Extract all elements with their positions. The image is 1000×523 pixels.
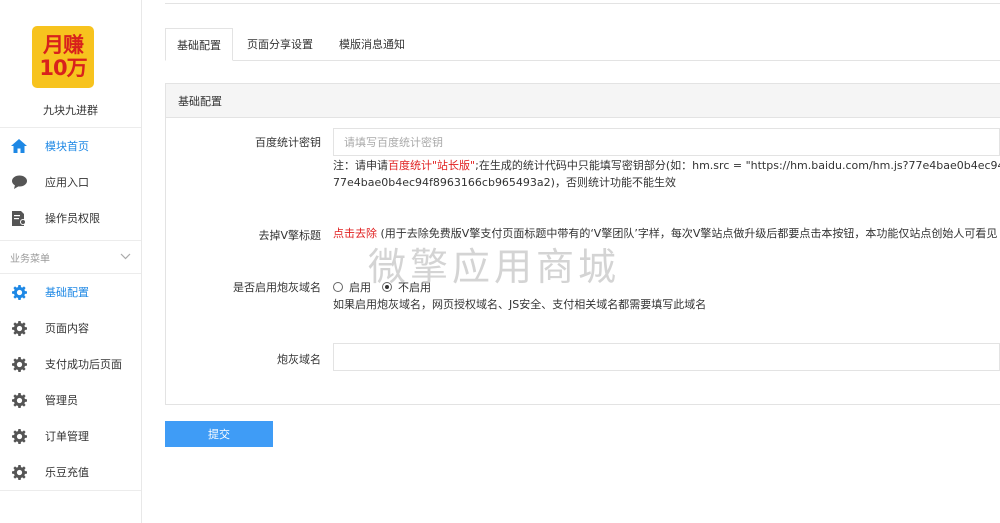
gear-icon bbox=[11, 392, 27, 408]
tab-share-settings[interactable]: 页面分享设置 bbox=[237, 28, 323, 60]
nav-item-label: 页面内容 bbox=[45, 322, 89, 335]
nav-item-basic-config[interactable]: 基础配置 bbox=[0, 274, 141, 310]
radio-enable-label: 启用 bbox=[349, 281, 371, 294]
section-title: 业务菜单 bbox=[10, 253, 50, 265]
nav-item-label: 乐豆充值 bbox=[45, 466, 89, 479]
nav-item-payment-success-page[interactable]: 支付成功后页面 bbox=[0, 346, 141, 382]
radio-disable[interactable]: 不启用 bbox=[382, 279, 431, 295]
logo-text-line2: 10万 bbox=[39, 56, 87, 80]
gray-domain-hint: 如果启用炮灰域名，网页授权域名、JS安全、支付相关域名都需要填写此域名 bbox=[333, 298, 707, 311]
nav-item-label: 基础配置 bbox=[45, 286, 89, 299]
tab-label: 页面分享设置 bbox=[247, 38, 313, 51]
document-user-icon bbox=[11, 210, 27, 226]
top-divider bbox=[165, 3, 1000, 4]
baidu-key-label: 百度统计密钥 bbox=[255, 136, 321, 149]
baidu-key-note: 注：请申请百度统计"站长版";在生成的统计代码中只能填写密钥部分(如：hm.sr… bbox=[333, 157, 1000, 191]
gear-icon bbox=[11, 464, 27, 480]
note-prefix: 注：请申请 bbox=[333, 159, 388, 172]
tab-template-message[interactable]: 模版消息通知 bbox=[329, 28, 415, 60]
gray-domain-label: 炮灰域名 bbox=[277, 353, 321, 366]
gear-icon bbox=[11, 428, 27, 444]
baidu-key-input[interactable] bbox=[333, 128, 1000, 156]
logo-text-line1: 月赚 bbox=[43, 33, 84, 57]
nav-item-ledou-recharge[interactable]: 乐豆充值 bbox=[0, 454, 141, 490]
nav-item-module-home[interactable]: 模块首页 bbox=[0, 128, 141, 164]
gear-icon bbox=[11, 320, 27, 336]
business-menu: 业务菜单 基础配置 页面内容 支付成功后页面 管理员 订单管理 乐豆充值 bbox=[0, 240, 141, 491]
panel-title: 基础配置 bbox=[166, 84, 1000, 118]
top-nav: 模块首页 应用入口 操作员权限 bbox=[0, 127, 141, 236]
gray-domain-input[interactable] bbox=[333, 343, 1000, 371]
nav-item-label: 订单管理 bbox=[45, 430, 89, 443]
remove-title-row: 点击去除 (用于去除免费版V擎支付页面标题中带有的‘V擎团队’字样，每次V擎站点… bbox=[333, 225, 997, 242]
chevron-down-icon bbox=[120, 252, 131, 263]
chat-icon bbox=[11, 174, 27, 190]
tab-bar: 基础配置 页面分享设置 模版消息通知 bbox=[165, 28, 1000, 61]
home-icon bbox=[11, 138, 27, 154]
nav-item-order-management[interactable]: 订单管理 bbox=[0, 418, 141, 454]
sidebar-divider bbox=[0, 490, 141, 491]
nav-item-label: 模块首页 bbox=[45, 140, 89, 153]
submit-button[interactable]: 提交 bbox=[165, 421, 273, 447]
nav-item-label: 支付成功后页面 bbox=[45, 358, 122, 371]
nav-item-admin[interactable]: 管理员 bbox=[0, 382, 141, 418]
business-menu-header[interactable]: 业务菜单 bbox=[0, 240, 141, 274]
radio-enable[interactable]: 启用 bbox=[333, 279, 371, 295]
remove-title-label: 去掉V擎标题 bbox=[258, 229, 321, 242]
tab-label: 基础配置 bbox=[177, 38, 221, 52]
radio-circle-checked[interactable] bbox=[382, 282, 392, 292]
gear-icon bbox=[11, 356, 27, 372]
remove-title-link[interactable]: 点击去除 bbox=[333, 227, 377, 240]
note-line1-rest: ;在生成的统计代码中只能填写密钥部分(如：hm.src = "https://h… bbox=[475, 159, 1000, 172]
note-line2: 77e4bae0b4ec94f8963166cb965493a2)，否则统计功能… bbox=[333, 176, 676, 189]
radio-circle[interactable] bbox=[333, 282, 343, 292]
nav-item-page-content[interactable]: 页面内容 bbox=[0, 310, 141, 346]
nav-item-label: 应用入口 bbox=[45, 176, 89, 189]
nav-item-label: 管理员 bbox=[45, 394, 78, 407]
nav-item-app-entry[interactable]: 应用入口 bbox=[0, 164, 141, 200]
sidebar: 月赚 10万 九块九进群 模块首页 应用入口 操作员权限 业务菜单 基础配置 页… bbox=[0, 0, 142, 523]
baidu-stat-link[interactable]: 百度统计"站长版" bbox=[388, 159, 475, 172]
gray-domain-toggle-label: 是否启用炮灰域名 bbox=[233, 281, 321, 294]
nav-item-operator-permission[interactable]: 操作员权限 bbox=[0, 200, 141, 236]
nav-item-label: 操作员权限 bbox=[45, 212, 100, 225]
tab-basic-config[interactable]: 基础配置 bbox=[165, 28, 233, 61]
gear-icon bbox=[11, 284, 27, 300]
radio-disable-label: 不启用 bbox=[398, 281, 431, 294]
tab-label: 模版消息通知 bbox=[339, 38, 405, 51]
site-name: 九块九进群 bbox=[43, 104, 98, 117]
app-logo: 月赚 10万 bbox=[32, 26, 94, 88]
remove-title-desc: (用于去除免费版V擎支付页面标题中带有的‘V擎团队’字样，每次V擎站点做升级后都… bbox=[380, 227, 998, 240]
